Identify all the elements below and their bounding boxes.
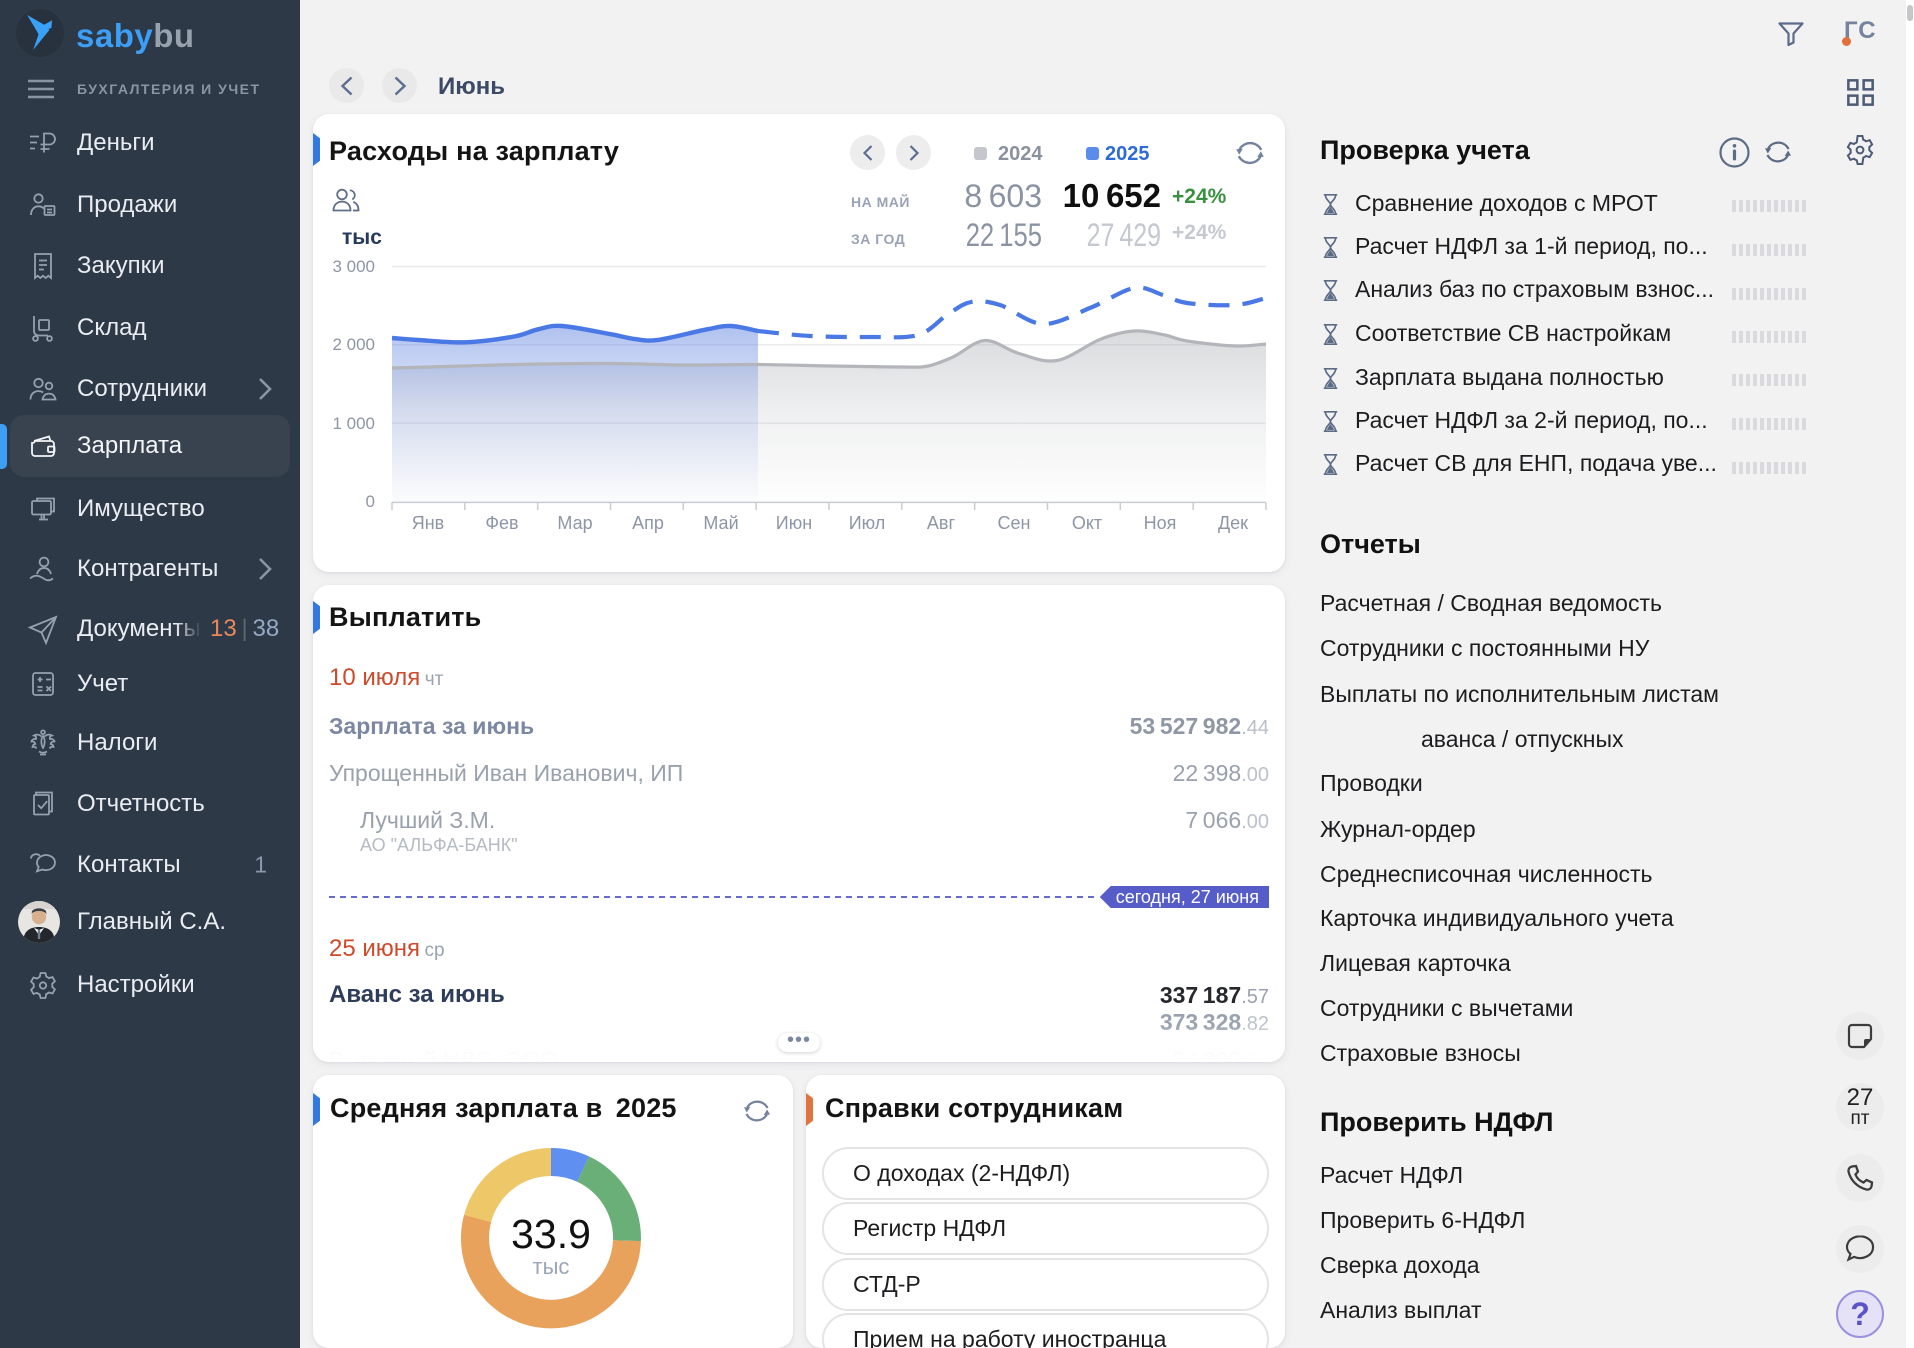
svg-text:тыс: тыс <box>533 1254 570 1279</box>
svg-text:33.9: 33.9 <box>511 1211 591 1257</box>
